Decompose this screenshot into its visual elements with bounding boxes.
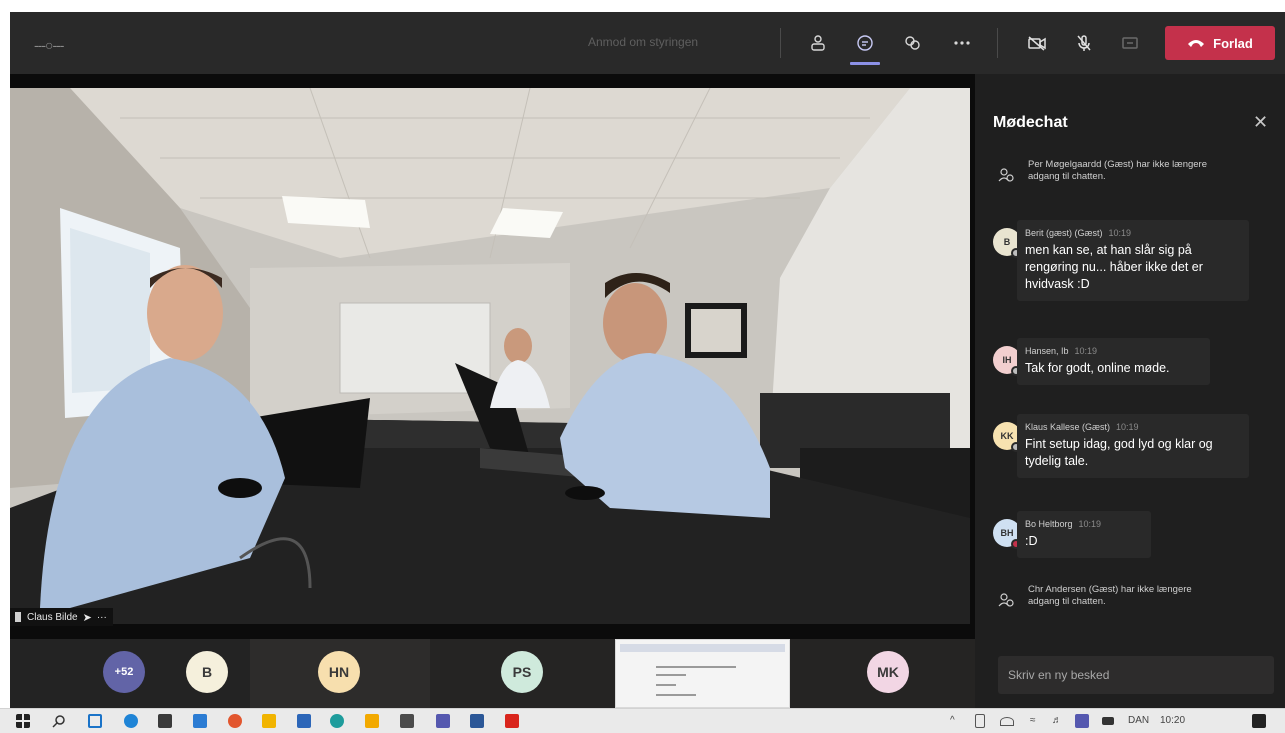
speaker-name-tag[interactable]: Claus Bilde ➤ ··· [10,608,113,626]
chat-title: Mødechat [993,114,1068,131]
app-icon[interactable] [400,714,414,728]
app-icon[interactable] [297,714,311,728]
overflow-participants-badge[interactable]: +52 [103,651,145,693]
participant-avatar[interactable]: HN [318,651,360,693]
file-explorer-icon[interactable] [262,714,276,728]
message-time: 10:19 [1078,519,1102,529]
leave-label: Forlad [1213,35,1253,51]
message-time: 10:19 [1108,228,1132,238]
close-icon[interactable]: ✕ [1253,112,1268,133]
teams-tray-icon[interactable] [1075,714,1089,728]
meeting-toolbar: ---○--- Anmod om styringen Forlad [10,12,1285,74]
meeting-timer: ---○--- [34,37,64,53]
store-icon[interactable] [158,714,172,728]
more-actions-icon[interactable] [948,30,976,56]
leave-button[interactable]: Forlad [1165,26,1275,60]
participant-tile[interactable]: HN [250,639,430,708]
message-author: Klaus Kallese (Gæst) [1025,422,1111,432]
system-message: Per Møgelgaardd (Gæst) har ikke længere … [998,159,1218,183]
system-message-text: Chr Andersen (Gæst) har ikke længere adg… [1028,584,1192,607]
main-video-stage: Claus Bilde ➤ ··· [10,74,975,639]
search-icon[interactable] [52,714,66,728]
toolbar-divider [780,28,781,58]
toolbar-divider [997,28,998,58]
speaker-name: Claus Bilde [27,611,78,623]
system-message-text: Per Møgelgaardd (Gæst) har ikke længere … [1028,159,1207,182]
request-control-button[interactable]: Anmod om styringen [588,35,698,49]
participant-tile[interactable]: +52 B [10,639,250,708]
share-screen-icon[interactable] [1116,30,1144,56]
reactions-icon[interactable] [898,30,926,56]
message-bubble: Hansen, Ib 10:19 Tak for godt, online mød… [1017,338,1210,385]
person-removed-icon [998,593,1014,607]
chrome-icon[interactable] [330,714,344,728]
network-icon[interactable]: ≈ [1030,715,1036,726]
app-icon[interactable] [228,714,242,728]
outlook-icon[interactable] [193,714,207,728]
pushpin-icon[interactable]: ➤ [83,611,92,624]
teams-window: ---○--- Anmod om styringen Forlad Claus … [10,12,1285,708]
hangup-icon [1188,40,1205,47]
chat-active-indicator [850,62,880,65]
participant-avatar[interactable]: MK [867,651,909,693]
tile-more-button[interactable]: ··· [97,612,107,623]
message-text: :D [1025,534,1038,548]
clock[interactable]: 10:20 [1160,715,1185,726]
chevron-up-icon[interactable]: ^ [950,715,955,726]
message-bubble: Bo Heltborg 10:19 :D [1017,511,1151,558]
message-text: men kan se, at han slår sig på rengøring… [1025,243,1203,291]
meeting-room-video-feed [10,88,970,624]
onedrive-icon[interactable] [1000,717,1014,726]
system-message: Chr Andersen (Gæst) har ikke længere adg… [998,584,1198,608]
participants-icon[interactable] [804,30,832,56]
keyboard-icon[interactable] [1102,717,1114,725]
message-author: Bo Heltborg [1025,519,1073,529]
person-removed-icon [998,168,1014,182]
word-icon[interactable] [470,714,484,728]
participant-tile[interactable]: MK [790,639,975,708]
pin-icon [15,612,21,622]
camera-off-icon[interactable] [1023,30,1051,56]
message-text: Fint setup idag, god lyd og klar og tyde… [1025,437,1213,468]
message-time: 10:19 [1074,346,1098,356]
windows-taskbar: ^ ≈ ♬ DAN 10:20 [0,708,1285,733]
windows-start-icon[interactable] [16,714,30,728]
battery-icon[interactable] [975,714,985,728]
message-author: Hansen, Ib [1025,346,1069,356]
chat-icon[interactable] [851,30,879,56]
task-view-icon[interactable] [88,714,102,728]
folder-icon[interactable] [365,714,379,728]
notifications-icon[interactable] [1252,714,1266,728]
volume-icon[interactable]: ♬ [1052,715,1062,726]
participant-avatar[interactable]: PS [501,651,543,693]
participant-avatar[interactable]: B [186,651,228,693]
meeting-chat-panel: Mødechat ✕ Per Møgelgaardd (Gæst) har ik… [978,74,1285,708]
edge-icon[interactable] [124,714,138,728]
participant-tile[interactable]: PS [430,639,615,708]
message-author: Berit (gæst) (Gæst) [1025,228,1103,238]
message-bubble: Klaus Kallese (Gæst) 10:19 Fint setup ida… [1017,414,1249,478]
mic-muted-icon[interactable] [1070,30,1098,56]
message-time: 10:19 [1116,422,1139,432]
message-bubble: Berit (gæst) (Gæst) 10:19 men kan se, at … [1017,220,1249,301]
acrobat-icon[interactable] [505,714,519,728]
screen-share-thumbnail[interactable] [615,639,790,708]
message-text: Tak for godt, online møde. [1025,361,1170,375]
teams-icon[interactable] [436,714,450,728]
language-indicator[interactable]: DAN [1128,715,1149,726]
compose-message-input[interactable]: Skriv en ny besked [998,656,1274,694]
participant-strip: +52 B HN PS MK [10,639,975,708]
